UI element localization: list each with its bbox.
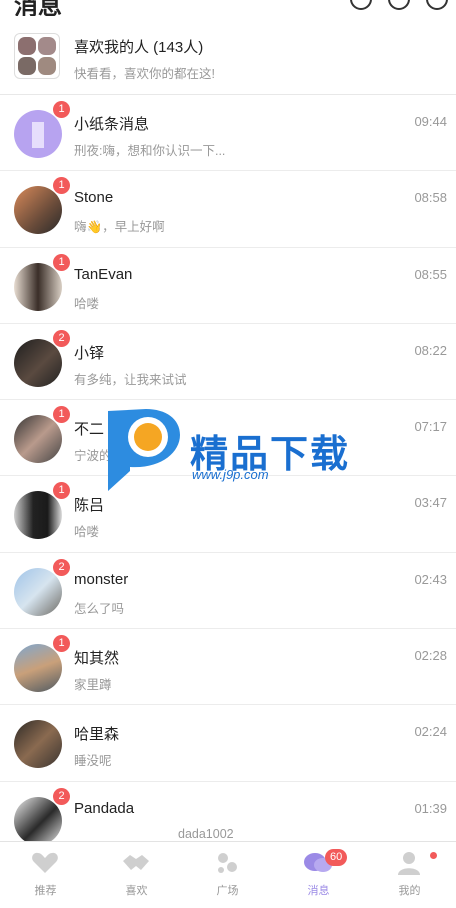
message-time: 08:22 <box>414 342 447 358</box>
message-row[interactable]: 1 知其然 家里蹲 02:28 <box>0 629 456 706</box>
message-preview: 哈喽 <box>74 296 100 311</box>
header-icon-1[interactable] <box>350 0 372 10</box>
tab-label: 广场 <box>216 885 239 897</box>
unread-badge: 1 <box>53 635 70 653</box>
avatar <box>14 796 62 845</box>
avatar <box>14 338 62 387</box>
unread-badge: 2 <box>53 558 70 576</box>
contact-name: TanEvan <box>74 265 133 283</box>
header-icon-3[interactable] <box>426 0 448 10</box>
message-row[interactable]: 1 TanEvan 哈喽 08:55 <box>0 248 456 325</box>
message-time: 02:24 <box>414 724 447 740</box>
contact-name: 小铎 <box>74 344 105 362</box>
message-time: 08:55 <box>414 266 447 282</box>
message-time: 08:58 <box>414 190 447 206</box>
message-row[interactable]: 哈里森 睡没呢 02:24 <box>0 705 456 782</box>
contact-name: 小纸条消息 <box>74 116 150 133</box>
header-bar: 消息 <box>0 0 456 16</box>
message-preview: 睡没呢 <box>74 754 112 769</box>
tab-label: 消息 <box>307 885 330 897</box>
unread-badge: 1 <box>53 482 70 500</box>
message-preview: 嗨👋，早上好啊 <box>74 220 165 235</box>
message-preview: 家里蹲 <box>74 678 112 693</box>
message-time: 01:39 <box>414 800 447 816</box>
message-time: 03:47 <box>414 495 447 511</box>
avatar <box>14 110 62 158</box>
avatar <box>14 567 62 616</box>
message-preview: 有多纯，让我来试试 <box>74 372 187 387</box>
message-row[interactable]: 1 小纸条消息 刑夜:嗨，想和你认识一下... 09:44 <box>0 95 456 172</box>
person-icon <box>398 852 420 875</box>
avatar <box>14 186 62 235</box>
avatar <box>14 491 62 540</box>
likes-me-row[interactable]: 喜欢我的人 (143人) 快看看，喜欢你的都在这! <box>0 16 456 94</box>
watermark-url: www.j9p.com <box>192 467 269 482</box>
likes-avatar-grid <box>14 33 60 79</box>
dots-icon <box>218 853 237 873</box>
hearts-icon <box>32 852 58 873</box>
contact-name: 哈里森 <box>74 726 120 744</box>
avatar <box>14 644 62 693</box>
page-title: 消息 <box>14 0 62 16</box>
contact-name: monster <box>74 570 129 588</box>
unread-badge: 1 <box>53 406 70 424</box>
avatar <box>14 720 62 769</box>
contact-name: 陈吕 <box>74 497 105 515</box>
message-time: 02:43 <box>414 571 447 587</box>
tab-messages[interactable]: 60 消息 <box>273 842 364 908</box>
note-icon <box>32 122 44 148</box>
tab-square[interactable]: 广场 <box>182 842 273 908</box>
message-preview: 哈喽 <box>74 525 100 540</box>
message-row[interactable]: 2 小铎 有多纯，让我来试试 08:22 <box>0 324 456 401</box>
watermark-logo-icon <box>108 409 180 491</box>
unread-badge: 2 <box>53 329 70 347</box>
notification-dot <box>430 852 437 859</box>
watermark: 精品下载 www.j9p.com <box>100 405 360 495</box>
tab-mine[interactable]: 我的 <box>364 842 455 908</box>
message-time: 07:17 <box>414 419 447 435</box>
contact-name: Stone <box>74 189 114 207</box>
tab-label: 我的 <box>398 885 421 897</box>
tab-label: 推荐 <box>34 885 57 897</box>
avatar <box>14 262 62 311</box>
bottom-tab-bar: 推荐 喜欢 广场 60 消息 我的 <box>0 841 456 908</box>
unread-badge: 1 <box>53 253 70 271</box>
unread-badge: 2 <box>53 787 70 805</box>
likes-title: 喜欢我的人 (143人) <box>74 39 204 56</box>
message-preview: 刑夜:嗨，想和你认识一下... <box>74 144 226 158</box>
contact-name: Pandada <box>74 799 135 817</box>
message-preview: dada1002 <box>178 826 234 841</box>
avatar <box>14 415 62 464</box>
likes-subtitle: 快看看，喜欢你的都在这! <box>74 67 215 81</box>
tab-likes[interactable]: 喜欢 <box>91 842 182 908</box>
tab-label: 喜欢 <box>125 885 148 897</box>
message-row[interactable]: 1 Stone 嗨👋，早上好啊 08:58 <box>0 171 456 248</box>
tab-badge: 60 <box>325 849 348 866</box>
message-time: 09:44 <box>414 114 447 129</box>
tab-recommend[interactable]: 推荐 <box>0 842 91 908</box>
message-time: 02:28 <box>414 648 447 664</box>
message-row[interactable]: 2 monster 怎么了吗 02:43 <box>0 553 456 630</box>
contact-name: 知其然 <box>74 650 120 668</box>
message-preview: 怎么了吗 <box>74 601 125 616</box>
unread-badge: 1 <box>53 101 70 118</box>
unread-badge: 1 <box>53 177 70 195</box>
handshake-icon <box>123 855 149 870</box>
header-icon-2[interactable] <box>388 0 410 10</box>
